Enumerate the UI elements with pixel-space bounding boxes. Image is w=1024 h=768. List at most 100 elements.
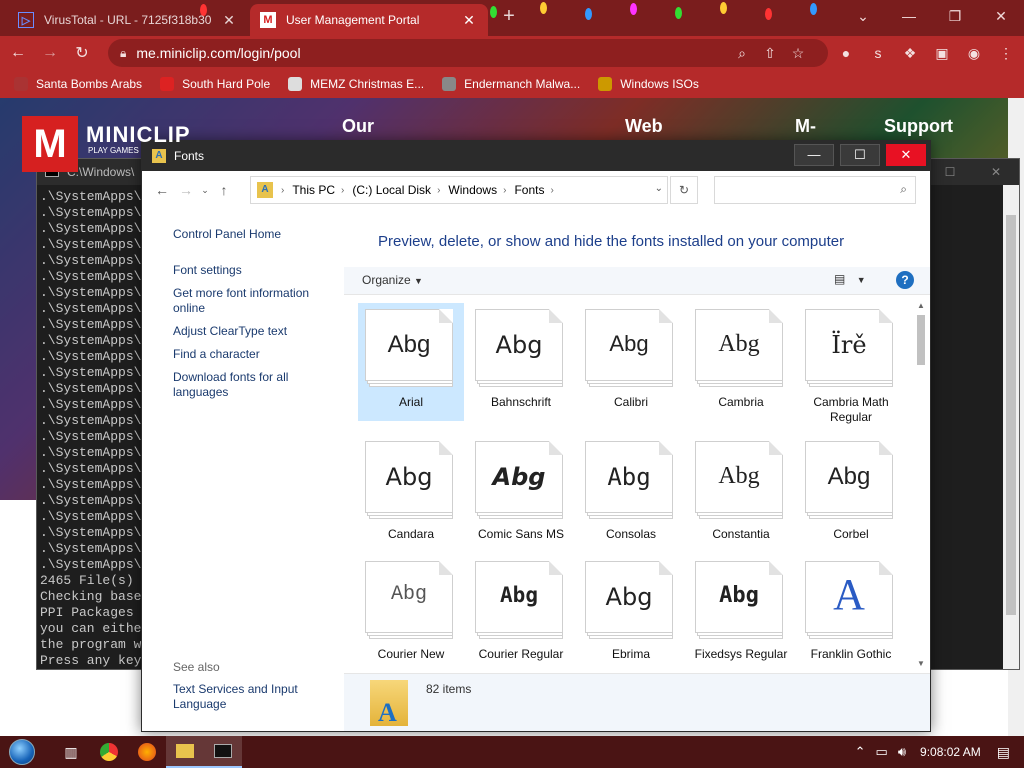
lock-icon[interactable]: 🔒︎ — [120, 46, 126, 61]
bookmark-windows-isos[interactable]: Windows ISOs — [598, 77, 699, 91]
clock[interactable]: 9:08:02 AM — [920, 745, 981, 759]
scroll-down-arrow-icon[interactable]: ▼ — [914, 659, 928, 671]
zoom-search-icon[interactable]: ⌕ — [728, 39, 756, 67]
close-window-button[interactable]: ✕ — [886, 144, 926, 166]
font-item-fixedsys[interactable]: Abg Fixedsys Regular — [688, 555, 794, 662]
close-window-button[interactable]: ✕ — [978, 0, 1024, 32]
new-tab-button[interactable]: + — [498, 6, 520, 28]
minimize-button[interactable]: — — [886, 0, 932, 32]
organize-button[interactable]: Organize ▼ — [362, 273, 423, 287]
network-icon[interactable]: ▭ — [876, 744, 888, 760]
forward-arrow-icon[interactable]: → — [174, 178, 198, 202]
scroll-up-arrow-icon[interactable]: ▲ — [914, 301, 928, 313]
scroll-thumb[interactable] — [1006, 215, 1016, 615]
chevron-right-icon[interactable]: › — [550, 185, 553, 196]
tab-virustotal[interactable]: ▷ VirusTotal - URL - 7125f318b30 ✕ — [8, 4, 248, 36]
explorer-titlebar[interactable]: A Fonts — ☐ ✕ — [142, 141, 930, 171]
firefox-icon[interactable] — [128, 736, 166, 768]
control-panel-home-link[interactable]: Control Panel Home — [173, 227, 281, 242]
font-item-arial[interactable]: Abg Arial — [358, 303, 464, 421]
font-item-courier-regular[interactable]: Abg Courier Regular — [468, 555, 574, 662]
share-icon[interactable]: ⇧ — [756, 39, 784, 67]
download-fonts-link[interactable]: Download fonts for all languages — [173, 370, 323, 400]
nav-m[interactable]: M- — [795, 116, 816, 137]
bookmark-memz-christmas[interactable]: MEMZ Christmas E... — [288, 77, 424, 91]
minimize-button[interactable]: — — [794, 144, 834, 166]
file-explorer-icon[interactable] — [166, 736, 204, 768]
more-font-info-link[interactable]: Get more font information online — [173, 286, 323, 316]
bookmark-star-icon[interactable]: ☆ — [784, 39, 812, 67]
show-hidden-icons-chevron-icon[interactable]: ⌃ — [855, 744, 866, 760]
reload-button[interactable]: ↻ — [68, 39, 96, 67]
breadcrumb-fonts[interactable]: Fonts — [514, 183, 544, 197]
grid-scrollbar[interactable]: ▲ ▼ — [914, 301, 928, 671]
search-input[interactable]: ⌕ — [714, 176, 916, 204]
restore-button[interactable]: ❐ — [932, 0, 978, 32]
font-settings-link[interactable]: Font settings — [173, 263, 242, 278]
cmd-output[interactable]: .\SystemApps\ .\SystemApps\ .\SystemApps\.… — [40, 189, 141, 669]
nav-web[interactable]: Web — [625, 116, 663, 137]
font-item-corbel[interactable]: Abg Corbel — [798, 435, 904, 542]
chevron-right-icon[interactable]: › — [341, 185, 344, 196]
extension-badge-icon[interactable]: s — [862, 39, 894, 67]
font-item-constantia[interactable]: Abg Constantia — [688, 435, 794, 542]
bookmark-santa-bombs[interactable]: Santa Bombs Arabs — [14, 77, 142, 91]
font-item-courier-new[interactable]: Abg Courier New — [358, 555, 464, 662]
scroll-thumb[interactable] — [917, 315, 925, 365]
address-bar[interactable]: 🔒︎ me.miniclip.com/login/pool — [108, 39, 828, 67]
cmd-icon[interactable] — [204, 736, 242, 768]
font-item-bahnschrift[interactable]: Abg Bahnschrift — [468, 303, 574, 410]
breadcrumb-this-pc[interactable]: This PC — [292, 183, 335, 197]
task-view-icon[interactable]: ▥ — [52, 736, 90, 768]
tab-search-icon[interactable]: ⌄ — [840, 0, 886, 32]
maximize-button[interactable]: ☐ — [840, 144, 880, 166]
start-button[interactable] — [0, 736, 44, 768]
change-view-button[interactable]: ▤ ▼ — [834, 272, 866, 286]
tab-user-management-portal[interactable]: M User Management Portal ✕ — [250, 4, 488, 36]
bookmark-south-hard-pole[interactable]: South Hard Pole — [160, 77, 270, 91]
volume-icon[interactable]: 🔊︎ — [898, 744, 906, 760]
cleartype-link[interactable]: Adjust ClearType text — [173, 324, 287, 339]
font-item-ebrima[interactable]: Abg Ebrima — [578, 555, 684, 662]
font-item-candara[interactable]: Abg Candara — [358, 435, 464, 542]
action-center-icon[interactable]: ▤ — [997, 744, 1010, 761]
back-arrow-icon[interactable]: ← — [150, 178, 174, 202]
text-services-link[interactable]: Text Services and Input Language — [173, 682, 323, 712]
refresh-button[interactable]: ↻ — [670, 176, 698, 204]
font-item-cambria-math[interactable]: Ïrě Cambria Math Regular — [798, 303, 904, 425]
forward-button[interactable]: → — [36, 39, 64, 67]
chevron-right-icon[interactable]: › — [281, 185, 284, 196]
font-item-cambria[interactable]: Abg Cambria — [688, 303, 794, 410]
font-item-consolas[interactable]: Abg Consolas — [578, 435, 684, 542]
close-icon[interactable]: ✕ — [460, 12, 478, 29]
back-button[interactable]: ← — [4, 39, 32, 67]
fonts-explorer-window[interactable]: A Fonts — ☐ ✕ ← → ⌄ ↑ A › This PC › (C:)… — [141, 140, 931, 732]
cmd-scrollbar[interactable] — [1003, 185, 1019, 669]
miniclip-logo[interactable]: M — [22, 116, 78, 172]
profile-avatar-icon[interactable]: ◉ — [958, 39, 990, 67]
breadcrumb-local-disk[interactable]: (C:) Local Disk — [352, 183, 431, 197]
breadcrumb-windows[interactable]: Windows — [448, 183, 497, 197]
menu-kebab-icon[interactable]: ⋮ — [990, 39, 1022, 67]
find-character-link[interactable]: Find a character — [173, 347, 260, 362]
flag-extension-icon[interactable]: ● — [830, 39, 862, 67]
chrome-icon[interactable] — [90, 736, 128, 768]
side-panel-icon[interactable]: ▣ — [926, 39, 958, 67]
chevron-down-icon[interactable]: ⌄ — [655, 183, 663, 194]
font-item-comic-sans[interactable]: Abg Comic Sans MS — [468, 435, 574, 542]
bookmark-endermanch[interactable]: Endermanch Malwa... — [442, 77, 580, 91]
extensions-puzzle-icon[interactable]: ❖ — [894, 39, 926, 67]
maximize-button[interactable]: ☐ — [927, 159, 973, 185]
up-arrow-icon[interactable]: ↑ — [212, 178, 236, 202]
chevron-right-icon[interactable]: › — [503, 185, 506, 196]
help-button[interactable]: ? — [896, 271, 914, 289]
nav-our-games[interactable]: Our — [342, 116, 374, 137]
close-window-button[interactable]: ✕ — [973, 159, 1019, 185]
font-item-franklin-gothic[interactable]: A Franklin Gothic — [798, 555, 904, 662]
close-icon[interactable]: ✕ — [220, 12, 238, 29]
recent-locations-chevron-icon[interactable]: ⌄ — [198, 178, 212, 202]
font-item-calibri[interactable]: Abg Calibri — [578, 303, 684, 410]
explorer-address-bar[interactable]: A › This PC › (C:) Local Disk › Windows … — [250, 176, 668, 204]
nav-support[interactable]: Support — [884, 116, 953, 137]
chevron-right-icon[interactable]: › — [437, 185, 440, 196]
